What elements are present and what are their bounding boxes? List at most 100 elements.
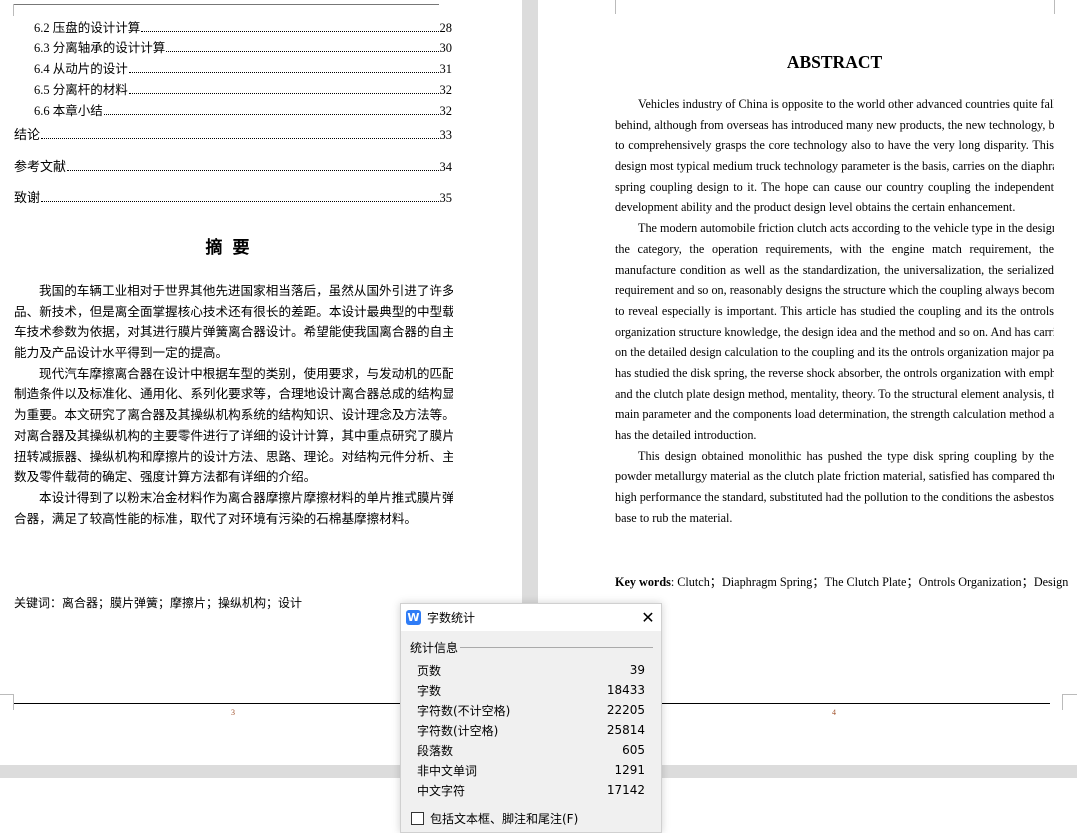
- text-line: to reveal especially is important. This …: [615, 303, 1054, 318]
- section-divider: [460, 647, 653, 648]
- text-line: has the detailed introduction.: [615, 428, 757, 442]
- page-number: 3: [231, 708, 235, 717]
- text-line: manufacture condition as well as the sta…: [615, 262, 1054, 277]
- stat-value: 18433: [606, 683, 645, 697]
- toc-leader-dots: [41, 201, 439, 202]
- text-line: main parameter and the components load d…: [615, 407, 1054, 422]
- close-icon[interactable]: ✕: [635, 608, 661, 627]
- stat-label: 字符数(计空格): [417, 723, 499, 738]
- toc-leader-dots: [67, 170, 439, 171]
- toc-entry[interactable]: 6.4 从动片的设计 31: [34, 59, 452, 77]
- text-line: requirement and so on, reasonably design…: [615, 283, 1054, 298]
- text-line: 本设计得到了以粉末冶金材料作为离合器摩擦片摩擦材料的单片推式膜片弹簧离: [39, 489, 453, 505]
- text-line: The modern automobile friction clutch ac…: [638, 221, 1054, 236]
- text-line: spring coupling design to it. The hope c…: [615, 179, 1054, 194]
- stat-label: 字符数(不计空格): [417, 703, 511, 718]
- corner-mark: [1054, 0, 1055, 14]
- toc-entry[interactable]: 致谢 35: [14, 188, 452, 206]
- abstract-heading-cn: 摘要: [205, 238, 260, 258]
- corner-mark: [0, 694, 14, 710]
- toc-entry-page: 34: [439, 160, 453, 174]
- text-line: base to rub the material.: [615, 510, 733, 525]
- toc-leader-dots: [141, 31, 439, 32]
- text-line: organization structure knowledge, the de…: [615, 324, 1054, 339]
- toc-leader-dots: [128, 72, 439, 73]
- text-line: 数及零件载荷的确定、强度计算方法都有详细的介绍。: [14, 469, 317, 485]
- text-line: has studied the disk spring, the reverse…: [615, 365, 1054, 380]
- toc-entry-page: 35: [439, 191, 453, 205]
- toc-entry-label: 6.2 压盘的设计计算: [34, 21, 141, 35]
- text-line: 对离合器及其操纵机构的主要零件进行了详细的设计计算，其中重点研究了膜片弹簧、: [14, 427, 453, 443]
- text-line: 车技术参数为依据，对其进行膜片弹簧离合器设计。希望能使我国离合器的自主开发: [14, 324, 453, 340]
- stat-label: 段落数: [417, 743, 454, 758]
- toc-entry-page: 31: [439, 62, 453, 76]
- text-line: and the clutch plate design method, ment…: [615, 386, 1054, 401]
- text-line: design most typical medium truck technol…: [615, 159, 1054, 174]
- text-line: to comprehensively grasps the core techn…: [615, 138, 1054, 153]
- text-line: 为重要。本文研究了离合器及其操纵机构系统的结构知识、设计理念及方法等。并且: [14, 407, 453, 423]
- header-line: [13, 4, 439, 5]
- stat-row: 段落数 605: [401, 740, 661, 760]
- toc-entry-page: 33: [439, 128, 453, 142]
- section-label: 统计信息: [410, 641, 459, 655]
- page-number: 4: [832, 708, 836, 717]
- stat-label: 中文字符: [417, 783, 466, 798]
- text-line: powder metallurgy material as the clutch…: [615, 469, 1054, 484]
- keywords-value: : Clutch；Diaphragm Spring；The Clutch Pla…: [670, 575, 1069, 589]
- text-line: 能力及产品设计水平得到一定的提高。: [14, 345, 229, 361]
- toc-leader-dots: [128, 93, 439, 94]
- stat-row: 字符数(计空格) 25814: [401, 720, 661, 740]
- text-line: development ability and the product desi…: [615, 200, 1016, 215]
- stats-list: 页数 39 字数 18433 字符数(不计空格) 22205 字符数(计空格) 25814 段落…: [401, 660, 661, 800]
- toc-leader-dots: [41, 138, 439, 139]
- text-line: 现代汽车摩擦离合器在设计中根据车型的类别，使用要求，与发动机的匹配要求，: [39, 365, 453, 381]
- stats-section: 统计信息: [410, 639, 653, 656]
- toc-entry[interactable]: 结论 33: [14, 125, 452, 143]
- corner-mark: [1062, 694, 1077, 710]
- stat-value: 1291: [614, 763, 645, 777]
- checkbox-label: 包括文本框、脚注和尾注(F): [430, 812, 579, 826]
- toc-leader-dots: [103, 114, 439, 115]
- stat-label: 非中文单词: [417, 763, 478, 778]
- text-line: on the detailed design calculation to th…: [615, 345, 1054, 360]
- toc-entry-label: 6.4 从动片的设计: [34, 62, 128, 76]
- text-line: Vehicles industry of China is opposite t…: [638, 97, 1054, 111]
- toc-entry[interactable]: 参考文献 34: [14, 157, 452, 175]
- abstract-body-cn: 我国的车辆工业相对于世界其他先进国家相当落后，虽然从国外引进了许多新产 品、新技术…: [14, 281, 453, 529]
- include-textbox-footnotes-checkbox[interactable]: 包括文本框、脚注和尾注(F): [411, 810, 661, 827]
- text-line: behind, although from overseas has intro…: [615, 117, 1054, 132]
- stat-value: 605: [622, 743, 645, 757]
- toc-entry[interactable]: 6.3 分离轴承的设计计算 30: [34, 38, 452, 56]
- stat-value: 22205: [606, 703, 645, 717]
- toc-entry-label: 6.6 本章小结: [34, 104, 103, 118]
- stat-row: 字符数(不计空格) 22205: [401, 700, 661, 720]
- word-count-dialog: W 字数统计 ✕ 统计信息 页数 39 字数 18433 字符数(不计空格) 22205 字…: [400, 603, 662, 833]
- toc-leader-dots: [166, 51, 439, 52]
- text-line: the category, the operation requirements…: [615, 241, 1054, 256]
- toc-entry[interactable]: 6.6 本章小结 32: [34, 101, 452, 119]
- abstract-heading-en: ABSTRACT: [786, 52, 883, 72]
- stat-row: 页数 39: [401, 660, 661, 680]
- wps-writer-icon: W: [406, 610, 421, 625]
- text-line: This design obtained monolithic has push…: [638, 448, 1054, 463]
- stat-label: 字数: [417, 683, 442, 698]
- dialog-title: 字数统计: [427, 611, 476, 625]
- stat-value: 39: [629, 663, 645, 677]
- corner-mark: [13, 4, 14, 16]
- toc-entry-page: 32: [439, 104, 453, 118]
- toc-entry-label: 6.5 分离杆的材料: [34, 83, 128, 97]
- dialog-titlebar[interactable]: W 字数统计 ✕: [401, 604, 661, 631]
- toc-entry-page: 30: [439, 41, 453, 55]
- corner-mark: [615, 0, 616, 14]
- stat-value: 17142: [606, 783, 645, 797]
- toc-entry[interactable]: 6.5 分离杆的材料 32: [34, 80, 452, 98]
- checkbox-icon[interactable]: [411, 812, 424, 825]
- keywords-cn: 关键词：离合器；膜片弹簧；摩擦片；操纵机构；设计: [14, 596, 303, 610]
- stat-label: 页数: [417, 663, 442, 678]
- toc-entry-label: 参考文献: [14, 160, 67, 175]
- keywords-label: Key words: [615, 575, 671, 589]
- toc-entry[interactable]: 6.2 压盘的设计计算 28: [34, 18, 452, 36]
- stat-value: 25814: [606, 723, 645, 737]
- text-line: 合器，满足了较高性能的标准，取代了对环境有污染的石棉基摩擦材料。: [14, 510, 417, 526]
- text-line: 制造条件以及标准化、通用化、系列化要求等，合理地设计离合器总成的结构显的尤: [14, 386, 453, 402]
